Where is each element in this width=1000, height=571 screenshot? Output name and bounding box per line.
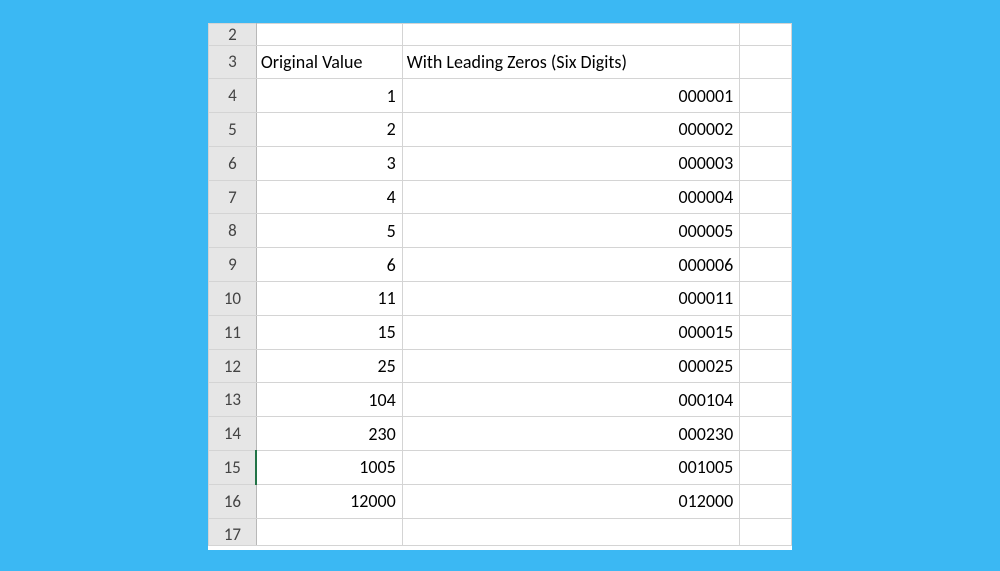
row-header-cell[interactable]: 5	[209, 113, 257, 147]
cell[interactable]	[740, 282, 792, 316]
cell-original-value[interactable]: 12000	[256, 484, 402, 518]
cell[interactable]	[740, 113, 792, 147]
row-header-cell[interactable]: 12	[209, 349, 257, 383]
cell-original-value[interactable]: 1	[256, 79, 402, 113]
row-header-cell[interactable]: 2	[209, 23, 257, 45]
cell[interactable]	[740, 451, 792, 485]
cell[interactable]	[740, 383, 792, 417]
table-row: 85000005	[209, 214, 792, 248]
row-header-cell[interactable]: 9	[209, 248, 257, 282]
row-header-cell[interactable]: 13	[209, 383, 257, 417]
cell-leading-zeros[interactable]: 000005	[402, 214, 740, 248]
cell[interactable]	[740, 79, 792, 113]
cell[interactable]	[256, 518, 402, 545]
cell-leading-zeros[interactable]: 000006	[402, 248, 740, 282]
cell[interactable]	[740, 484, 792, 518]
table-row: 52000002	[209, 113, 792, 147]
cell[interactable]	[740, 180, 792, 214]
cell-original-value[interactable]: 1005	[256, 451, 402, 485]
table-row: 41000001	[209, 79, 792, 113]
table-row: 1011000011	[209, 282, 792, 316]
cell-original-value[interactable]: 3	[256, 146, 402, 180]
cell-original-value[interactable]: 5	[256, 214, 402, 248]
column-header-leading-zeros[interactable]: With Leading Zeros (Six Digits)	[402, 45, 740, 79]
cell-original-value[interactable]: 4	[256, 180, 402, 214]
cell-leading-zeros[interactable]: 000230	[402, 417, 740, 451]
table-row-partial: 2	[209, 23, 792, 45]
table-row: 14230000230	[209, 417, 792, 451]
table-row: 1612000012000	[209, 484, 792, 518]
row-header-cell[interactable]: 17	[209, 518, 257, 545]
cell[interactable]	[740, 518, 792, 545]
row-header-cell[interactable]: 6	[209, 146, 257, 180]
table-row: 74000004	[209, 180, 792, 214]
cell-leading-zeros[interactable]: 001005	[402, 451, 740, 485]
cell[interactable]	[740, 349, 792, 383]
cell-leading-zeros[interactable]: 000011	[402, 282, 740, 316]
row-header-cell[interactable]: 3	[209, 45, 257, 79]
column-header-original[interactable]: Original Value	[256, 45, 402, 79]
cell-original-value[interactable]: 25	[256, 349, 402, 383]
cell-leading-zeros[interactable]: 012000	[402, 484, 740, 518]
cell-leading-zeros[interactable]: 000002	[402, 113, 740, 147]
row-header-cell[interactable]: 11	[209, 315, 257, 349]
cell[interactable]	[402, 518, 740, 545]
table-row: 151005001005	[209, 451, 792, 485]
data-table: 23Original ValueWith Leading Zeros (Six …	[208, 23, 792, 546]
cell-original-value[interactable]: 104	[256, 383, 402, 417]
cell-leading-zeros[interactable]: 000004	[402, 180, 740, 214]
row-header-cell[interactable]: 8	[209, 214, 257, 248]
cell-leading-zeros[interactable]: 000015	[402, 315, 740, 349]
row-header-cell[interactable]: 15	[209, 451, 257, 485]
cell[interactable]	[740, 45, 792, 79]
row-header-cell[interactable]: 10	[209, 282, 257, 316]
table-row-partial: 17	[209, 518, 792, 545]
table-row: 13104000104	[209, 383, 792, 417]
cell-original-value[interactable]: 230	[256, 417, 402, 451]
table-row: 1115000015	[209, 315, 792, 349]
cell-leading-zeros[interactable]: 000025	[402, 349, 740, 383]
cell-leading-zeros[interactable]: 000001	[402, 79, 740, 113]
row-header-cell[interactable]: 16	[209, 484, 257, 518]
table-row: 96000006	[209, 248, 792, 282]
cell-leading-zeros[interactable]: 000003	[402, 146, 740, 180]
cell-original-value[interactable]: 2	[256, 113, 402, 147]
cell[interactable]	[740, 23, 792, 45]
cell[interactable]	[740, 146, 792, 180]
row-header-cell[interactable]: 14	[209, 417, 257, 451]
cell-original-value[interactable]: 11	[256, 282, 402, 316]
cell[interactable]	[402, 23, 740, 45]
cell[interactable]	[256, 23, 402, 45]
cell[interactable]	[740, 315, 792, 349]
spreadsheet: 23Original ValueWith Leading Zeros (Six …	[208, 23, 792, 550]
cell-leading-zeros[interactable]: 000104	[402, 383, 740, 417]
row-header-cell[interactable]: 4	[209, 79, 257, 113]
cell-original-value[interactable]: 15	[256, 315, 402, 349]
table-row: 1225000025	[209, 349, 792, 383]
cell-original-value[interactable]: 6	[256, 248, 402, 282]
cell[interactable]	[740, 214, 792, 248]
table-row: 63000003	[209, 146, 792, 180]
table-body: 23Original ValueWith Leading Zeros (Six …	[209, 23, 792, 545]
cell[interactable]	[740, 248, 792, 282]
row-header-cell[interactable]: 7	[209, 180, 257, 214]
table-header-row: 3Original ValueWith Leading Zeros (Six D…	[209, 45, 792, 79]
cell[interactable]	[740, 417, 792, 451]
